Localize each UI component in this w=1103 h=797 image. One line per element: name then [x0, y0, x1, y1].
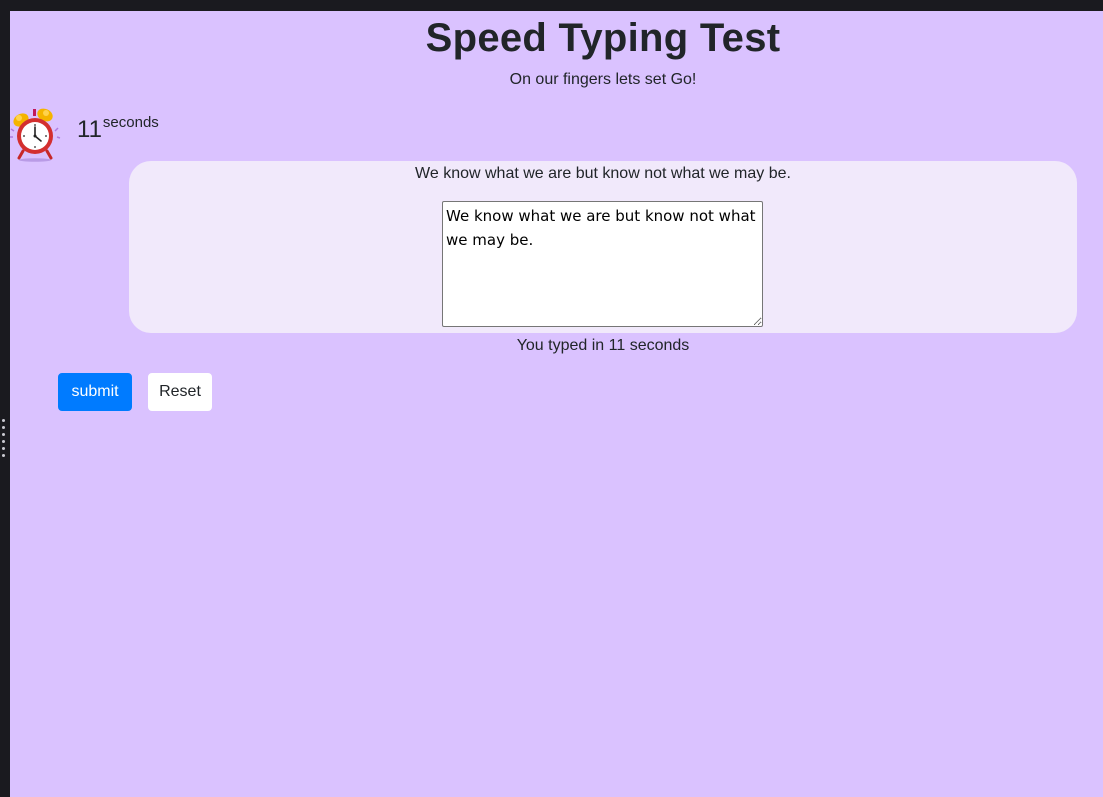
quote-card: We know what we are but know not what we…: [129, 161, 1077, 333]
app-viewport: Speed Typing Test On our fingers lets se…: [10, 11, 1103, 797]
timer-unit-label: seconds: [102, 114, 159, 131]
page-subtitle: On our fingers lets set Go!: [509, 71, 697, 88]
reset-button[interactable]: Reset: [148, 373, 212, 411]
quote-text: We know what we are but know not what we…: [415, 165, 791, 182]
alarm-clock-icon: [10, 108, 61, 162]
timer-seconds-value: 11: [77, 116, 102, 143]
submit-button[interactable]: submit: [58, 373, 132, 411]
result-message: You typed in 11 seconds: [516, 337, 690, 354]
drag-handle[interactable]: [1, 419, 5, 457]
page-title: Speed Typing Test: [425, 16, 781, 60]
left-gutter: [0, 11, 10, 797]
window-top-bar: [0, 0, 1103, 11]
timer-display: 11seconds: [77, 114, 159, 144]
typing-input[interactable]: We know what we are but know not what we…: [442, 201, 763, 327]
